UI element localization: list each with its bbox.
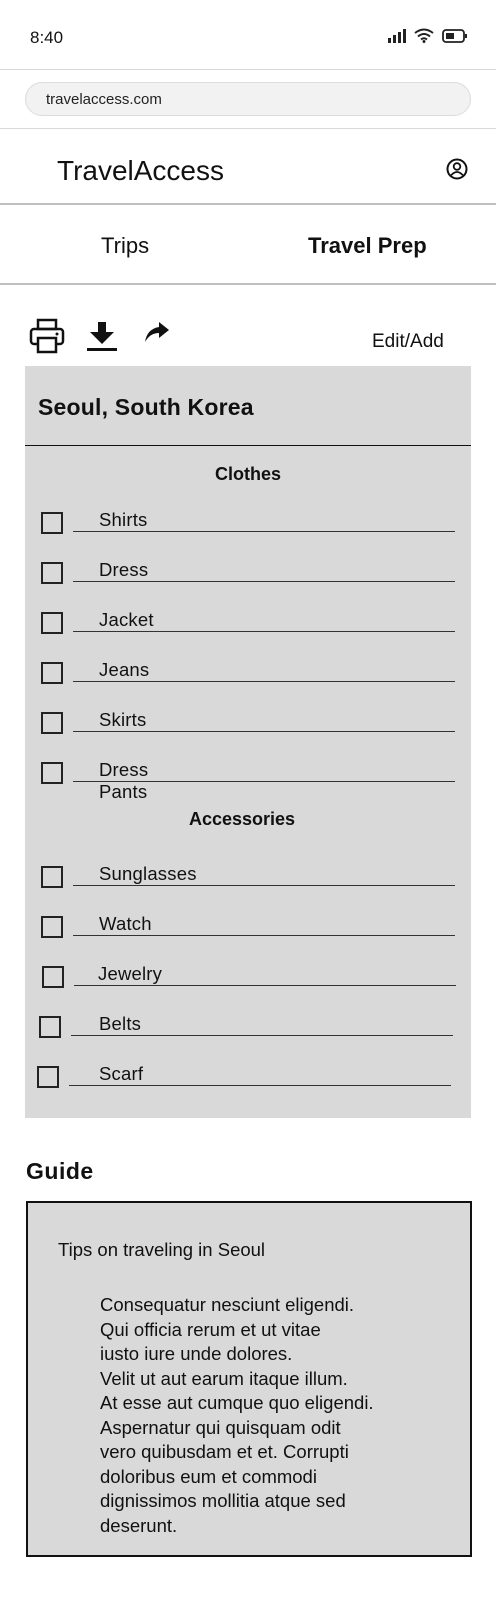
item-underline — [73, 885, 455, 886]
account-icon[interactable] — [446, 158, 468, 180]
guide-box: Tips on traveling in Seoul Consequatur n… — [26, 1201, 472, 1557]
item-label: Dress — [99, 559, 149, 580]
destination-title: Seoul, South Korea — [38, 394, 254, 420]
item-label: Jacket — [99, 609, 154, 630]
item-checkbox[interactable] — [39, 1016, 61, 1038]
tab-trips[interactable]: Trips — [101, 233, 149, 259]
guide-subtitle: Tips on traveling in Seoul — [58, 1239, 266, 1260]
wifi-icon — [414, 28, 434, 43]
item-checkbox[interactable] — [41, 512, 63, 534]
guide-heading: Guide — [26, 1158, 94, 1184]
item-underline — [73, 631, 455, 632]
status-time: 8:40 — [30, 28, 64, 47]
item-checkbox[interactable] — [41, 612, 63, 634]
item-label: Jewelry — [98, 963, 163, 984]
item-checkbox[interactable] — [42, 966, 64, 988]
item-label: Skirts — [99, 709, 147, 730]
item-label: Belts — [99, 1013, 142, 1034]
url-text: travelaccess.com — [46, 91, 162, 108]
item-label: Scarf — [99, 1063, 144, 1084]
item-checkbox[interactable] — [41, 762, 63, 784]
item-underline — [73, 531, 455, 532]
item-label: Sunglasses — [99, 863, 197, 884]
section-title-accessories: Accessories — [188, 809, 296, 829]
item-underline — [73, 581, 455, 582]
print-icon[interactable] — [29, 318, 65, 354]
item-label: Dress Pants — [99, 759, 149, 802]
item-checkbox[interactable] — [37, 1066, 59, 1088]
download-icon[interactable] — [86, 322, 118, 352]
item-checkbox[interactable] — [41, 562, 63, 584]
guide-body-text: Consequatur nesciunt eligendi. Qui offic… — [100, 1294, 374, 1536]
item-label: Jeans — [99, 659, 150, 680]
signal-icon — [388, 28, 406, 43]
address-bar[interactable]: travelaccess.com — [25, 82, 471, 116]
item-checkbox[interactable] — [41, 712, 63, 734]
item-checkbox[interactable] — [41, 916, 63, 938]
item-underline — [73, 935, 455, 936]
edit-add-link[interactable]: Edit/Add — [372, 331, 444, 353]
item-underline — [73, 731, 455, 732]
item-underline — [74, 985, 456, 986]
battery-icon — [442, 28, 467, 43]
section-title-clothes: Clothes — [214, 464, 281, 484]
item-label: Watch — [99, 913, 152, 934]
brand-logo[interactable]: TravelAccess — [57, 155, 224, 187]
item-underline — [69, 1085, 451, 1086]
status-icons — [388, 28, 468, 43]
item-checkbox[interactable] — [41, 866, 63, 888]
share-icon[interactable] — [143, 320, 171, 344]
packing-list-card: Seoul, South Korea Clothes Shirts Dress … — [25, 366, 471, 1118]
item-underline — [71, 1035, 453, 1036]
item-label: Shirts — [99, 509, 148, 530]
card-header: Seoul, South Korea — [25, 366, 471, 446]
tab-travel-prep[interactable]: Travel Prep — [308, 233, 427, 259]
tab-bar: Trips Travel Prep — [0, 207, 496, 285]
item-underline — [73, 681, 455, 682]
app-header: TravelAccess — [0, 129, 496, 205]
status-bar: 8:40 — [0, 0, 496, 70]
item-checkbox[interactable] — [41, 662, 63, 684]
